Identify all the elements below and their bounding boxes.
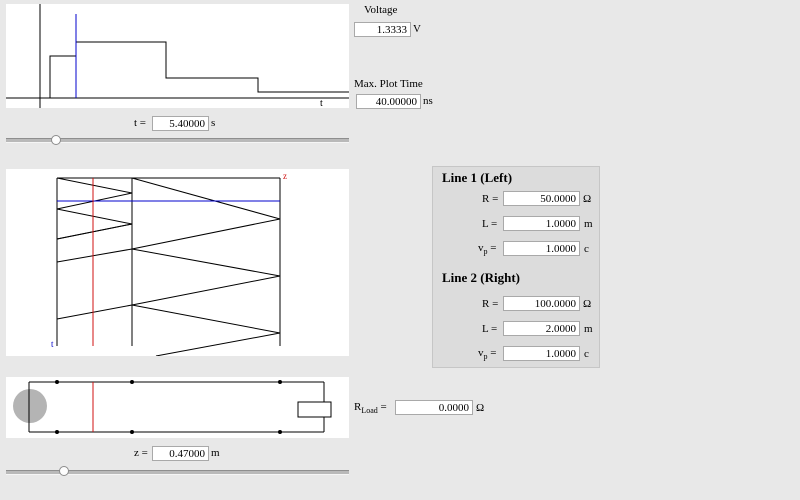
circuit-schematic — [6, 377, 349, 438]
line1-r-field[interactable]: 50.0000 — [503, 191, 580, 206]
source-icon[interactable] — [13, 389, 47, 423]
line1-vp-eq: = — [487, 242, 497, 254]
line1-vp-field[interactable]: 1.0000 — [503, 241, 580, 256]
load-sub: Load — [361, 406, 378, 416]
load-resistor-icon[interactable] — [297, 401, 332, 418]
time-field[interactable]: 5.40000 — [152, 116, 209, 131]
time-label: t = — [134, 117, 147, 129]
position-field[interactable]: 0.47000 — [152, 446, 209, 461]
line2-r-label: R = — [482, 298, 499, 310]
line2-vp-eq: = — [487, 347, 497, 359]
line2-vp-label: vp = — [478, 347, 496, 361]
load-field[interactable]: 0.0000 — [395, 400, 473, 415]
wave-bounce-second — [56, 223, 133, 240]
time-axis-label: t — [320, 98, 323, 108]
voltage-time-svg: t — [6, 4, 349, 109]
node-dot — [130, 380, 134, 384]
line1-l-label: L = — [482, 218, 498, 230]
max-plot-time-unit: ns — [423, 95, 433, 107]
bounce-extra-1 — [56, 248, 133, 263]
time-unit: s — [211, 117, 216, 129]
load-label: RLoad = — [354, 401, 387, 415]
line2-l-unit: m — [584, 323, 593, 335]
wave-bounce-left — [56, 177, 133, 240]
load-eq: = — [377, 401, 387, 413]
voltage-waveform — [49, 41, 349, 98]
voltage-label: Voltage — [364, 4, 398, 16]
voltage-field[interactable]: 1.3333 — [354, 22, 411, 37]
node-dot — [55, 380, 59, 384]
bounce-t-label: t — [51, 339, 54, 349]
line1-vp-label: vp = — [478, 242, 496, 256]
wave-bounce-right — [131, 177, 281, 357]
node-dot — [278, 430, 282, 434]
line2-r-unit: Ω — [583, 298, 592, 310]
max-plot-time-field[interactable]: 40.00000 — [356, 94, 421, 109]
bounce-z-label: z — [283, 171, 287, 181]
voltage-unit: V — [413, 23, 421, 35]
line1-heading: Line 1 (Left) — [442, 170, 513, 185]
line2-l-label: L = — [482, 323, 498, 335]
line2-vp-field[interactable]: 1.0000 — [503, 346, 580, 361]
node-dot — [278, 380, 282, 384]
bounce-diagram: z t — [6, 169, 349, 357]
bounce-diagram-svg: z t — [51, 171, 287, 357]
line1-r-unit: Ω — [583, 193, 592, 205]
position-slider-knob[interactable] — [58, 466, 69, 476]
line2-vp-unit: c — [584, 348, 589, 360]
line2-l-field[interactable]: 2.0000 — [503, 321, 580, 336]
line2-r-field[interactable]: 100.0000 — [503, 296, 580, 311]
time-slider-knob[interactable] — [51, 135, 62, 145]
max-plot-time-label: Max. Plot Time — [354, 78, 423, 90]
position-slider-track[interactable] — [6, 470, 349, 475]
position-unit: m — [211, 447, 220, 459]
line1-r-label: R = — [482, 193, 499, 205]
line1-l-field[interactable]: 1.0000 — [503, 216, 580, 231]
node-dot — [130, 430, 134, 434]
node-dot — [55, 430, 59, 434]
line1-l-unit: m — [584, 218, 593, 230]
load-unit: Ω — [476, 402, 485, 414]
voltage-time-plot: t — [6, 4, 349, 109]
bounce-extra-2 — [56, 304, 133, 320]
position-label: z = — [134, 447, 148, 459]
line1-vp-unit: c — [584, 243, 589, 255]
line2-heading: Line 2 (Right) — [442, 270, 520, 285]
circuit-svg — [13, 380, 332, 434]
